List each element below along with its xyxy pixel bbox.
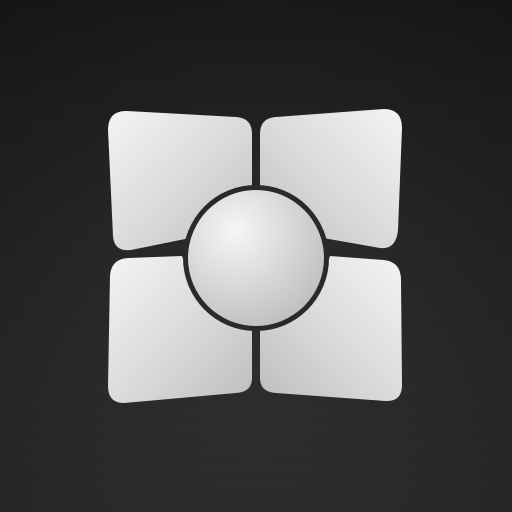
center-circle (188, 190, 324, 326)
flower-logo-svg (0, 0, 512, 512)
app-icon-canvas (0, 0, 512, 512)
